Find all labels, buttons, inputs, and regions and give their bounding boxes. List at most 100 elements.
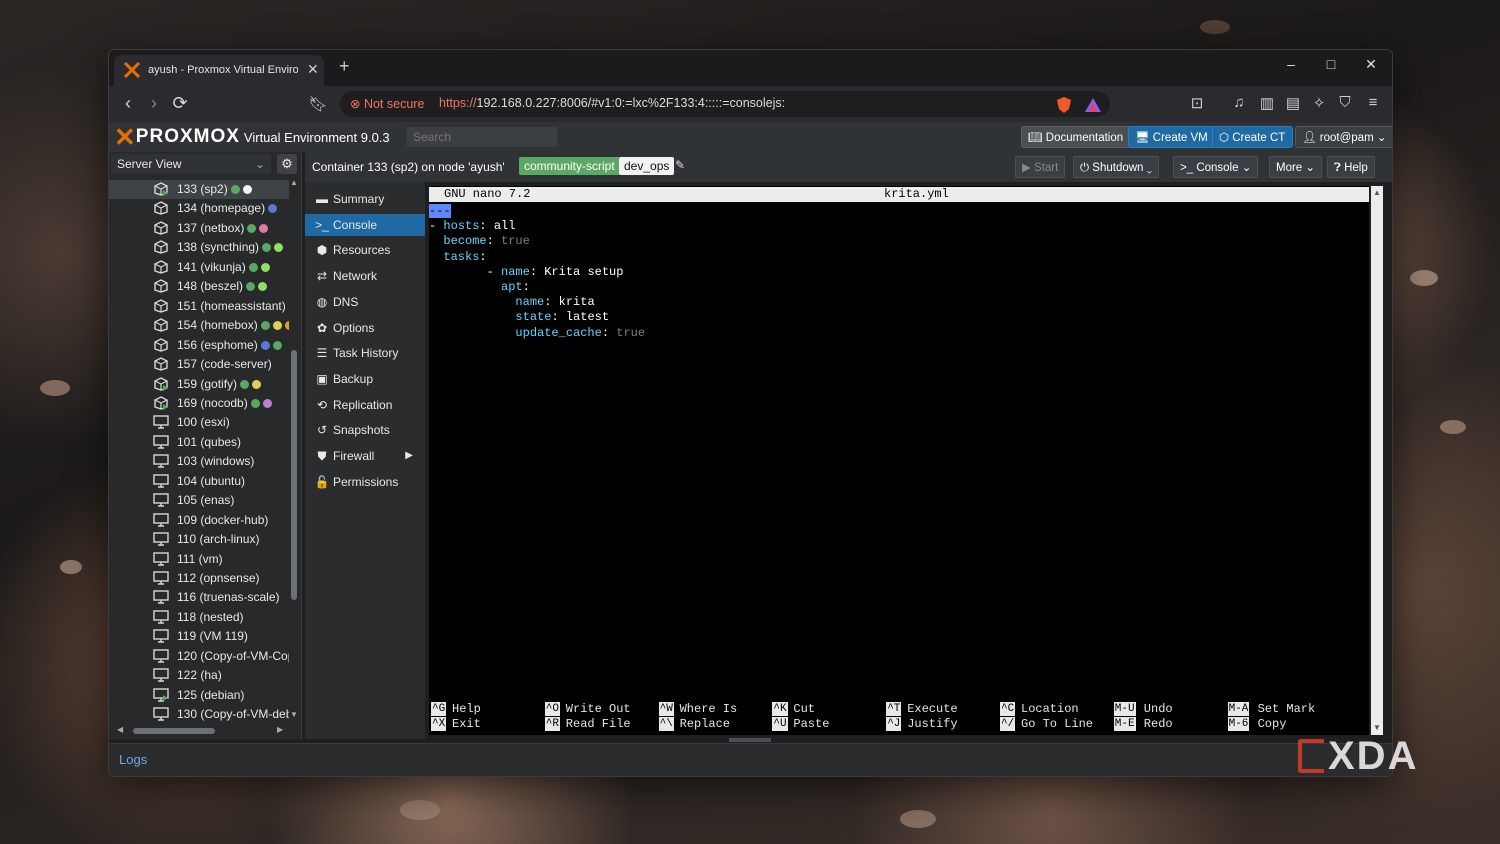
tree-item[interactable]: 130 (Copy-of-VM-deb xyxy=(109,705,289,724)
nav-item-snapshots[interactable]: ↺ Snapshots xyxy=(305,419,425,441)
forward-icon[interactable]: › xyxy=(143,93,165,114)
shutdown-button[interactable]: ⏻ Shutdown ⌄ xyxy=(1073,156,1160,178)
pve-header: ✕ PROXMOX Virtual Environment 9.0.3 📖︎ D… xyxy=(109,122,1392,152)
nav-item-dns[interactable]: ◍ DNS xyxy=(305,291,425,313)
tree-item[interactable]: 156 (esphome) xyxy=(109,336,289,355)
vm-icon xyxy=(153,474,169,488)
tree-item[interactable]: 112 (opnsense) xyxy=(109,569,289,588)
tree-item[interactable]: 100 (esxi) xyxy=(109,413,289,432)
tree-item[interactable]: 137 (netbox) xyxy=(109,219,289,238)
tree-item[interactable]: 103 (windows) xyxy=(109,452,289,471)
expand-arrow-icon[interactable]: ▶ xyxy=(405,445,413,467)
tree-item[interactable]: 116 (truenas-scale) xyxy=(109,588,289,607)
server-view-select[interactable]: Server View ⌄ xyxy=(111,154,271,174)
tree-item[interactable]: 154 (homebox) xyxy=(109,316,289,335)
vm-icon xyxy=(153,512,169,527)
wallet-icon[interactable]: ▤ xyxy=(1283,94,1303,112)
tree-item[interactable]: 125 (debian) xyxy=(109,686,289,705)
tree-item[interactable]: 110 (arch-linux) xyxy=(109,530,289,549)
minimize-button[interactable]: – xyxy=(1281,56,1301,72)
shortcut-label: Go To Line xyxy=(1021,717,1094,731)
tree-item[interactable]: 104 (ubuntu) xyxy=(109,472,289,491)
tree-item-label: 119 (VM 119) xyxy=(177,629,248,644)
menu-icon[interactable]: ≡ xyxy=(1363,94,1383,111)
tree-item[interactable]: 122 (ha) xyxy=(109,666,289,685)
tag-dev-ops[interactable]: dev_ops xyxy=(619,157,675,175)
nav-item-replication[interactable]: ⟲ Replication xyxy=(305,394,425,416)
nano-shortcut: ^K Cut ^U Paste xyxy=(772,702,884,732)
nav-item-backup[interactable]: ▣ Backup xyxy=(305,368,425,390)
tree-item[interactable]: 119 (VM 119) xyxy=(109,627,289,646)
tree-item[interactable]: 109 (docker-hub) xyxy=(109,511,289,530)
tree-item[interactable]: 120 (Copy-of-VM-Cop xyxy=(109,647,289,666)
nav-item-summary[interactable]: ▬ Summary xyxy=(305,188,425,210)
console-terminal[interactable]: GNU nano 7.2 krita.yml --- - hosts: all b… xyxy=(429,186,1369,735)
brave-shield-icon[interactable] xyxy=(1055,96,1073,114)
edit-tags-icon[interactable]: ✎ xyxy=(675,158,685,172)
scroll-down-icon[interactable]: ▼ xyxy=(290,710,298,719)
help-button[interactable]: ❓︎ Help xyxy=(1327,156,1375,178)
tree-item[interactable]: 157 (code-server) xyxy=(109,355,289,374)
tree-horizontal-scrollbar[interactable]: ◀ ▶ xyxy=(115,725,287,736)
nav-item-permissions[interactable]: 🔓 Permissions xyxy=(305,471,425,493)
tree-item[interactable]: 134 (homepage) xyxy=(109,199,289,218)
new-tab-button[interactable]: + xyxy=(339,56,350,77)
vm-icon xyxy=(153,454,169,468)
tree-item[interactable]: 141 (vikunja) xyxy=(109,258,289,277)
nav-item-label: Summary xyxy=(333,192,385,206)
leo-ai-icon[interactable]: ✧ xyxy=(1309,94,1329,112)
maximize-button[interactable]: □ xyxy=(1321,56,1341,72)
nav-item-task-history[interactable]: ☰ Task History xyxy=(305,342,425,364)
container-icon xyxy=(154,298,168,313)
create-vm-button[interactable]: 🖥︎ Create VM xyxy=(1128,126,1216,148)
tree-item[interactable]: 133 (sp2) xyxy=(109,180,289,199)
back-icon[interactable]: ‹ xyxy=(117,93,139,114)
scroll-up-icon[interactable]: ▲ xyxy=(290,178,298,187)
tag-community-script[interactable]: community-script xyxy=(519,157,620,175)
search-input[interactable] xyxy=(407,127,557,147)
bookmark-icon[interactable]: 🔖︎ xyxy=(307,95,329,113)
tree-item-label: 111 (vm) xyxy=(177,551,223,566)
console-button[interactable]: >_ Console ⌄ xyxy=(1173,156,1259,178)
tree-item[interactable]: 101 (qubes) xyxy=(109,433,289,452)
screenshot-icon[interactable]: ⊡ xyxy=(1187,94,1207,112)
tree-item[interactable]: 151 (homeassistant) xyxy=(109,297,289,316)
media-icon[interactable]: ♫ xyxy=(1229,94,1249,111)
vm-icon xyxy=(153,668,169,682)
vpn-icon[interactable]: ⛉ xyxy=(1335,94,1355,111)
reload-icon[interactable]: ⟳ xyxy=(169,93,191,114)
nav-item-console[interactable]: >_ Console xyxy=(305,213,425,236)
browser-tab[interactable]: ayush - Proxmox Virtual Environment ✕ xyxy=(114,55,324,86)
nav-item-options[interactable]: ✿ Options xyxy=(305,317,425,339)
more-button[interactable]: More ⌄ xyxy=(1269,156,1323,178)
tree-item[interactable]: 159 (gotify) xyxy=(109,375,289,394)
logs-panel[interactable]: Logs xyxy=(109,743,1392,776)
tree-item[interactable]: 138 (syncthing) xyxy=(109,238,289,257)
nav-item-network[interactable]: ⇄ Network xyxy=(305,265,425,287)
create-ct-button[interactable]: ⬡ Create CT xyxy=(1212,126,1294,148)
tree-item[interactable]: 105 (enas) xyxy=(109,491,289,510)
resize-handle[interactable] xyxy=(729,738,771,742)
nav-item-resources[interactable]: ⬢ Resources xyxy=(305,239,425,261)
tree-scrollbar[interactable]: ▲ ▼ xyxy=(289,178,299,720)
shortcut-label: Read File xyxy=(565,717,631,731)
user-menu-button[interactable]: 👤︎ root@pam ⌄ xyxy=(1295,126,1392,148)
brave-rewards-icon[interactable] xyxy=(1084,96,1102,114)
documentation-button[interactable]: 📖︎ Documentation xyxy=(1021,126,1132,148)
tree-item[interactable]: 169 (nocodb) xyxy=(109,394,289,413)
address-bar[interactable]: ⊗ Not secure https://192.168.0.227:8006/… xyxy=(340,91,1110,117)
terminal-scrollbar[interactable]: ▲ ▼ xyxy=(1371,186,1383,735)
close-window-button[interactable]: ✕ xyxy=(1361,56,1381,73)
tag-dot xyxy=(242,185,252,194)
start-button[interactable]: ▶ Start xyxy=(1015,156,1066,178)
tab-close-icon[interactable]: ✕ xyxy=(307,61,319,78)
tree-item[interactable]: 118 (nested) xyxy=(109,608,289,627)
nav-item-firewall[interactable]: ⛊ Firewall ▶ xyxy=(305,445,425,467)
sidebar-icon[interactable]: ▥ xyxy=(1257,94,1277,112)
tree-item[interactable]: 111 (vm) xyxy=(109,550,289,569)
shortcut-key: M-6 xyxy=(1227,717,1250,731)
tree-item[interactable]: 148 (beszel) xyxy=(109,277,289,296)
logs-label[interactable]: Logs xyxy=(119,752,147,767)
not-secure-indicator[interactable]: ⊗ Not secure xyxy=(350,96,424,111)
gear-icon[interactable]: ⚙ xyxy=(277,154,297,174)
